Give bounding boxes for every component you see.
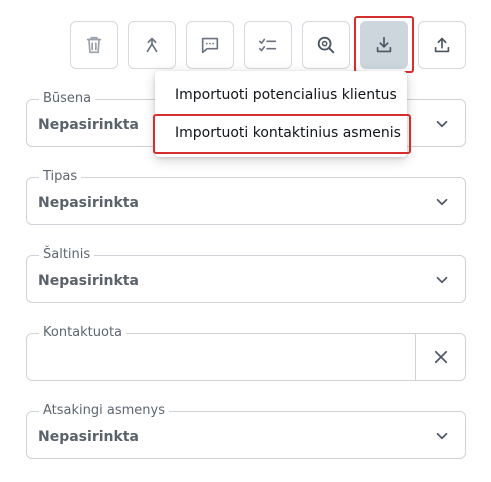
- status-label: Būsena: [39, 90, 96, 108]
- import-contacts-item[interactable]: Importuoti kontaktinius asmenis: [155, 114, 407, 152]
- import-button[interactable]: [360, 21, 408, 69]
- responsible-select[interactable]: Atsakingi asmenys Nepasirinkta: [26, 402, 466, 459]
- source-value: Nepasirinkta: [38, 273, 139, 289]
- upload-icon: [434, 37, 450, 53]
- close-icon: [434, 350, 447, 364]
- export-button[interactable]: [418, 21, 466, 69]
- chevron-down-icon: [436, 198, 448, 206]
- download-icon: [376, 36, 392, 53]
- merge-button[interactable]: [128, 21, 176, 69]
- contacted-date-field[interactable]: Kontaktuota: [26, 324, 466, 381]
- clear-button[interactable]: [415, 334, 465, 380]
- contacted-label: Kontaktuota: [39, 324, 127, 342]
- chevron-down-icon: [436, 276, 448, 284]
- source-label: Šaltinis: [39, 246, 95, 264]
- source-select[interactable]: Šaltinis Nepasirinkta: [26, 246, 466, 303]
- status-value: Nepasirinkta: [38, 117, 139, 133]
- import-leads-item[interactable]: Importuoti potencialius klientus: [155, 76, 407, 114]
- import-dropdown-menu: Importuoti potencialius klientus Importu…: [155, 71, 407, 157]
- trash-icon: [86, 36, 102, 54]
- search-icon: [317, 36, 335, 54]
- chevron-down-icon: [436, 120, 448, 128]
- type-select[interactable]: Tipas Nepasirinkta: [26, 168, 466, 225]
- delete-button[interactable]: [70, 21, 118, 69]
- type-value: Nepasirinkta: [38, 195, 139, 211]
- type-label: Tipas: [39, 168, 82, 186]
- comment-icon: [201, 37, 219, 54]
- merge-arrows-icon: [146, 37, 158, 53]
- comment-button[interactable]: [186, 21, 234, 69]
- chevron-down-icon: [436, 432, 448, 440]
- responsible-label: Atsakingi asmenys: [39, 402, 169, 420]
- responsible-value: Nepasirinkta: [38, 429, 139, 445]
- checklist-button[interactable]: [244, 21, 292, 69]
- search-button[interactable]: [302, 21, 350, 69]
- checklist-icon: [258, 38, 277, 52]
